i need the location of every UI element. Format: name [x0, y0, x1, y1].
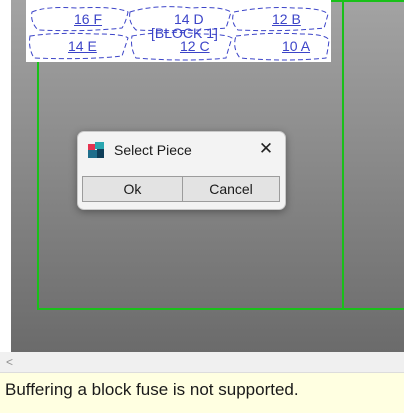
select-piece-dialog: Select Piece ✕ Ok Cancel	[77, 131, 286, 210]
piece-label-16f: 16 F	[74, 11, 103, 27]
close-icon[interactable]: ✕	[255, 138, 277, 160]
piece-label-10a: 10 A	[282, 38, 311, 54]
block-label: [BLOCK 1]	[151, 25, 218, 41]
horizontal-scrollbar[interactable]: <	[0, 352, 404, 372]
ok-button[interactable]: Ok	[82, 176, 183, 202]
dialog-title: Select Piece	[114, 142, 192, 158]
piece-label-14e: 14 E	[68, 38, 97, 54]
block-marker-tile[interactable]: 16 F 14 D 12 B 14 E 12 C 10 A [BLOCK 1]	[26, 0, 331, 62]
status-message: Buffering a block fuse is not supported.	[5, 380, 299, 399]
cancel-button[interactable]: Cancel	[182, 176, 280, 202]
block-outline-right	[342, 0, 404, 310]
app-icon	[88, 142, 105, 159]
left-margin	[0, 0, 11, 352]
piece-label-12b: 12 B	[272, 11, 301, 27]
status-bar: Buffering a block fuse is not supported.	[0, 372, 404, 413]
scroll-left-icon[interactable]: <	[6, 355, 13, 369]
